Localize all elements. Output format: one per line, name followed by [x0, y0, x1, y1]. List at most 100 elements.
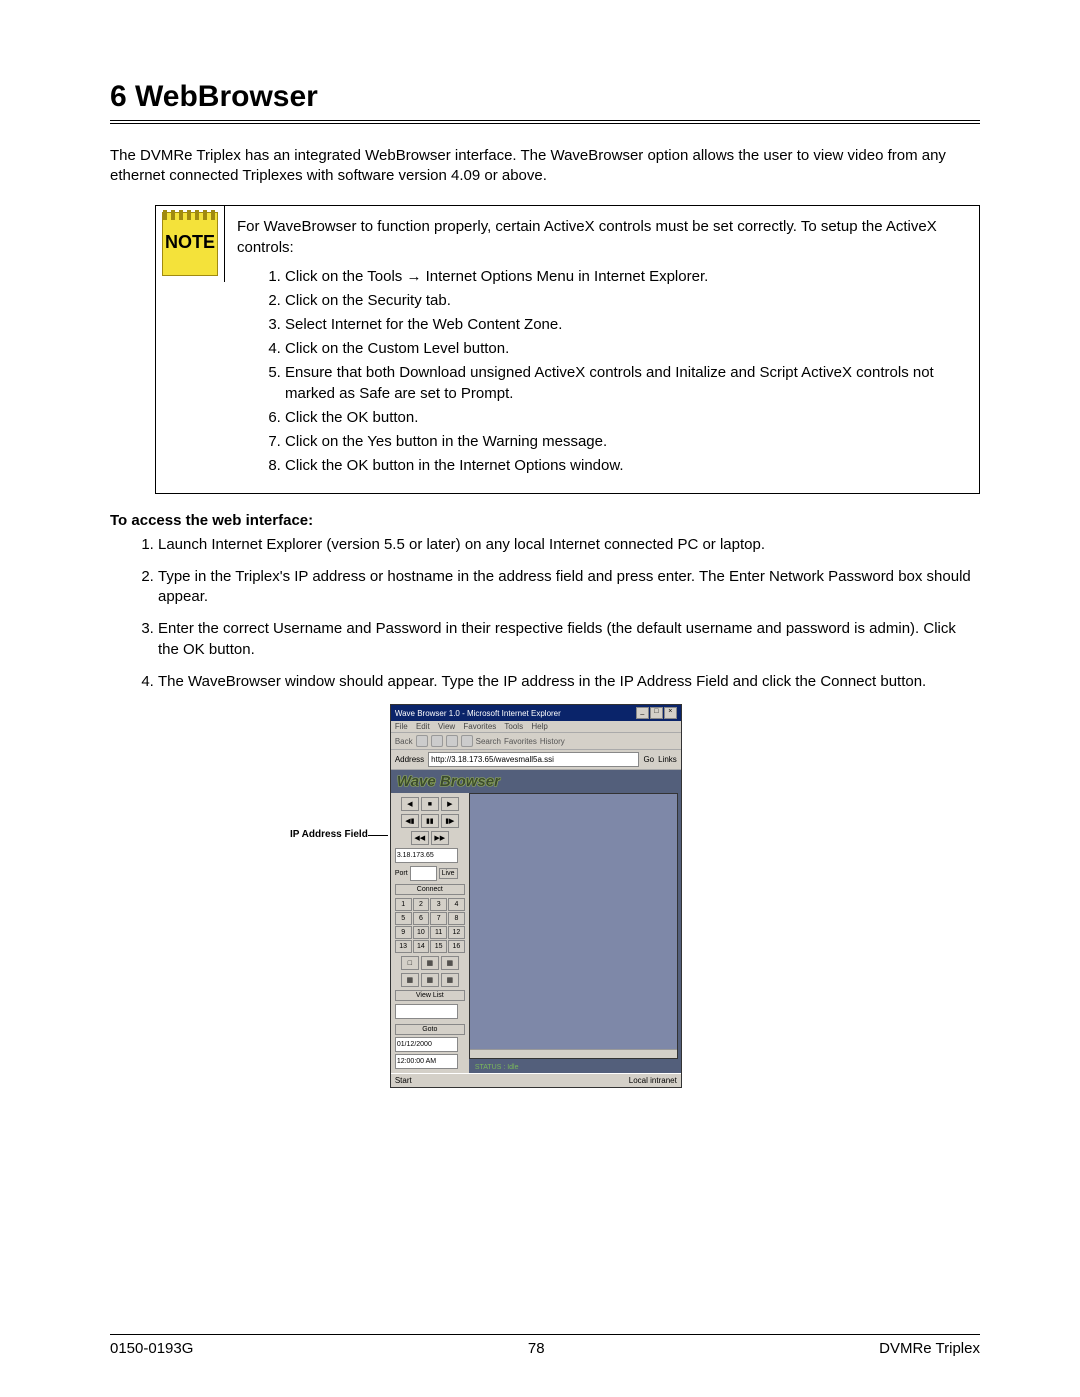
note-icon: NOTE: [162, 212, 218, 276]
access-step: Type in the Triplex's IP address or host…: [158, 567, 980, 608]
note-icon-label: NOTE: [165, 232, 215, 253]
status-text: STATUS : Idle: [469, 1062, 681, 1073]
page: 6 WebBrowser The DVMRe Triplex has an in…: [0, 0, 1080, 1397]
note-step: Click the OK button.: [285, 407, 967, 428]
view-list-button[interactable]: View List: [395, 990, 465, 1001]
layout-4-icon[interactable]: ▦: [421, 956, 439, 970]
menu-tools[interactable]: Tools: [504, 722, 523, 731]
cam-button[interactable]: 11: [430, 926, 447, 939]
step-fwd-icon[interactable]: ▮▶: [441, 814, 459, 828]
access-step: Enter the correct Username and Password …: [158, 619, 980, 660]
camera-grid: 1 2 3 4 5 6 7 8 9 10 11 12 13 14: [395, 898, 465, 953]
note-step: Click on the Tools → Internet Options Me…: [285, 266, 967, 287]
wave-control-panel: ◀ ■ ▶ ◀▮ ▮▮ ▮▶ ◀◀ ▶▶ Port: [391, 793, 469, 1073]
menu-view[interactable]: View: [438, 722, 455, 731]
cam-button[interactable]: 1: [395, 898, 412, 911]
menu-edit[interactable]: Edit: [416, 722, 430, 731]
port-label: Port: [395, 870, 408, 877]
cam-button[interactable]: 7: [430, 912, 447, 925]
tray-zone: Local intranet: [629, 1076, 677, 1085]
layout-a-icon[interactable]: ▦: [401, 973, 419, 987]
go-button[interactable]: Go: [643, 755, 654, 764]
note-step: Click on the Security tab.: [285, 290, 967, 311]
close-icon[interactable]: ×: [664, 707, 677, 719]
layout-9-icon[interactable]: ▦: [441, 956, 459, 970]
menu-file[interactable]: File: [395, 722, 408, 731]
note-step: Click the OK button in the Internet Opti…: [285, 455, 967, 476]
cam-button[interactable]: 12: [448, 926, 465, 939]
ip-address-callout: IP Address Field: [290, 829, 368, 840]
history-button[interactable]: History: [540, 737, 565, 746]
ip-address-input[interactable]: [395, 848, 458, 863]
cam-button[interactable]: 6: [413, 912, 430, 925]
play-fwd-icon[interactable]: ▶: [441, 797, 459, 811]
cam-button[interactable]: 8: [448, 912, 465, 925]
note-lead: For WaveBrowser to function properly, ce…: [237, 216, 967, 258]
scrollbar-h[interactable]: [470, 1049, 677, 1058]
start-button[interactable]: Start: [395, 1076, 412, 1085]
cam-button[interactable]: 14: [413, 940, 430, 953]
home-icon[interactable]: [461, 735, 473, 747]
forward-icon[interactable]: [416, 735, 428, 747]
step-rev-icon[interactable]: ◀▮: [401, 814, 419, 828]
address-input[interactable]: [428, 752, 639, 767]
note-content: For WaveBrowser to function properly, ce…: [225, 206, 979, 493]
layout-c-icon[interactable]: ▦: [441, 973, 459, 987]
cam-button[interactable]: 13: [395, 940, 412, 953]
callout-line: [368, 835, 388, 836]
cam-button[interactable]: 4: [448, 898, 465, 911]
note-step: Click on the Yes button in the Warning m…: [285, 431, 967, 452]
wave-body: ◀ ■ ▶ ◀▮ ▮▮ ▮▶ ◀◀ ▶▶ Port: [391, 793, 681, 1073]
access-step: Launch Internet Explorer (version 5.5 or…: [158, 535, 980, 555]
layout-1-icon[interactable]: □: [401, 956, 419, 970]
pause-icon[interactable]: ▮▮: [421, 814, 439, 828]
footer-product: DVMRe Triplex: [879, 1340, 980, 1357]
refresh-icon[interactable]: [446, 735, 458, 747]
maximize-icon[interactable]: □: [650, 707, 663, 719]
footer-doc-number: 0150-0193G: [110, 1340, 193, 1357]
minimize-icon[interactable]: _: [636, 707, 649, 719]
note-step: Ensure that both Download unsigned Activ…: [285, 362, 967, 404]
note-box: NOTE For WaveBrowser to function properl…: [155, 205, 980, 494]
note-steps: Click on the Tools → Internet Options Me…: [237, 266, 967, 476]
intro-paragraph: The DVMRe Triplex has an integrated WebB…: [110, 146, 980, 187]
view-list-input[interactable]: [395, 1004, 458, 1019]
ie-window: Wave Browser 1.0 - Microsoft Internet Ex…: [390, 704, 682, 1088]
cam-button[interactable]: 16: [448, 940, 465, 953]
cam-button[interactable]: 3: [430, 898, 447, 911]
taskbar: Start Local intranet: [391, 1073, 681, 1087]
access-step: The WaveBrowser window should appear. Ty…: [158, 672, 980, 692]
goto-button[interactable]: Goto: [395, 1024, 465, 1035]
ie-menubar: File Edit View Favorites Tools Help: [391, 721, 681, 733]
live-button[interactable]: Live: [439, 868, 458, 879]
cam-button[interactable]: 10: [413, 926, 430, 939]
ie-addressbar: Address Go Links: [391, 750, 681, 770]
stop-icon[interactable]: [431, 735, 443, 747]
cam-button[interactable]: 5: [395, 912, 412, 925]
cam-button[interactable]: 2: [413, 898, 430, 911]
ie-title: Wave Browser 1.0 - Microsoft Internet Ex…: [395, 709, 561, 718]
favorites-button[interactable]: Favorites: [504, 737, 537, 746]
layout-b-icon[interactable]: ▦: [421, 973, 439, 987]
address-label: Address: [395, 755, 424, 764]
menu-favorites[interactable]: Favorites: [463, 722, 496, 731]
menu-help[interactable]: Help: [531, 722, 547, 731]
rewind-icon[interactable]: ◀◀: [411, 831, 429, 845]
back-button[interactable]: Back: [395, 737, 413, 746]
video-viewer: [469, 793, 678, 1059]
chapter-heading: 6 WebBrowser: [110, 80, 980, 124]
play-rev-icon[interactable]: ◀: [401, 797, 419, 811]
time-input[interactable]: [395, 1054, 458, 1069]
port-input[interactable]: [410, 866, 437, 881]
ffwd-icon[interactable]: ▶▶: [431, 831, 449, 845]
footer-page-number: 78: [528, 1340, 545, 1357]
ie-toolbar: Back Search Favorites History: [391, 733, 681, 750]
access-steps: Launch Internet Explorer (version 5.5 or…: [110, 535, 980, 693]
figure: IP Address Field Wave Browser 1.0 - Micr…: [110, 704, 980, 1088]
cam-button[interactable]: 15: [430, 940, 447, 953]
date-input[interactable]: [395, 1037, 458, 1052]
search-button[interactable]: Search: [476, 737, 501, 746]
connect-button[interactable]: Connect: [395, 884, 465, 895]
stop-icon[interactable]: ■: [421, 797, 439, 811]
cam-button[interactable]: 9: [395, 926, 412, 939]
